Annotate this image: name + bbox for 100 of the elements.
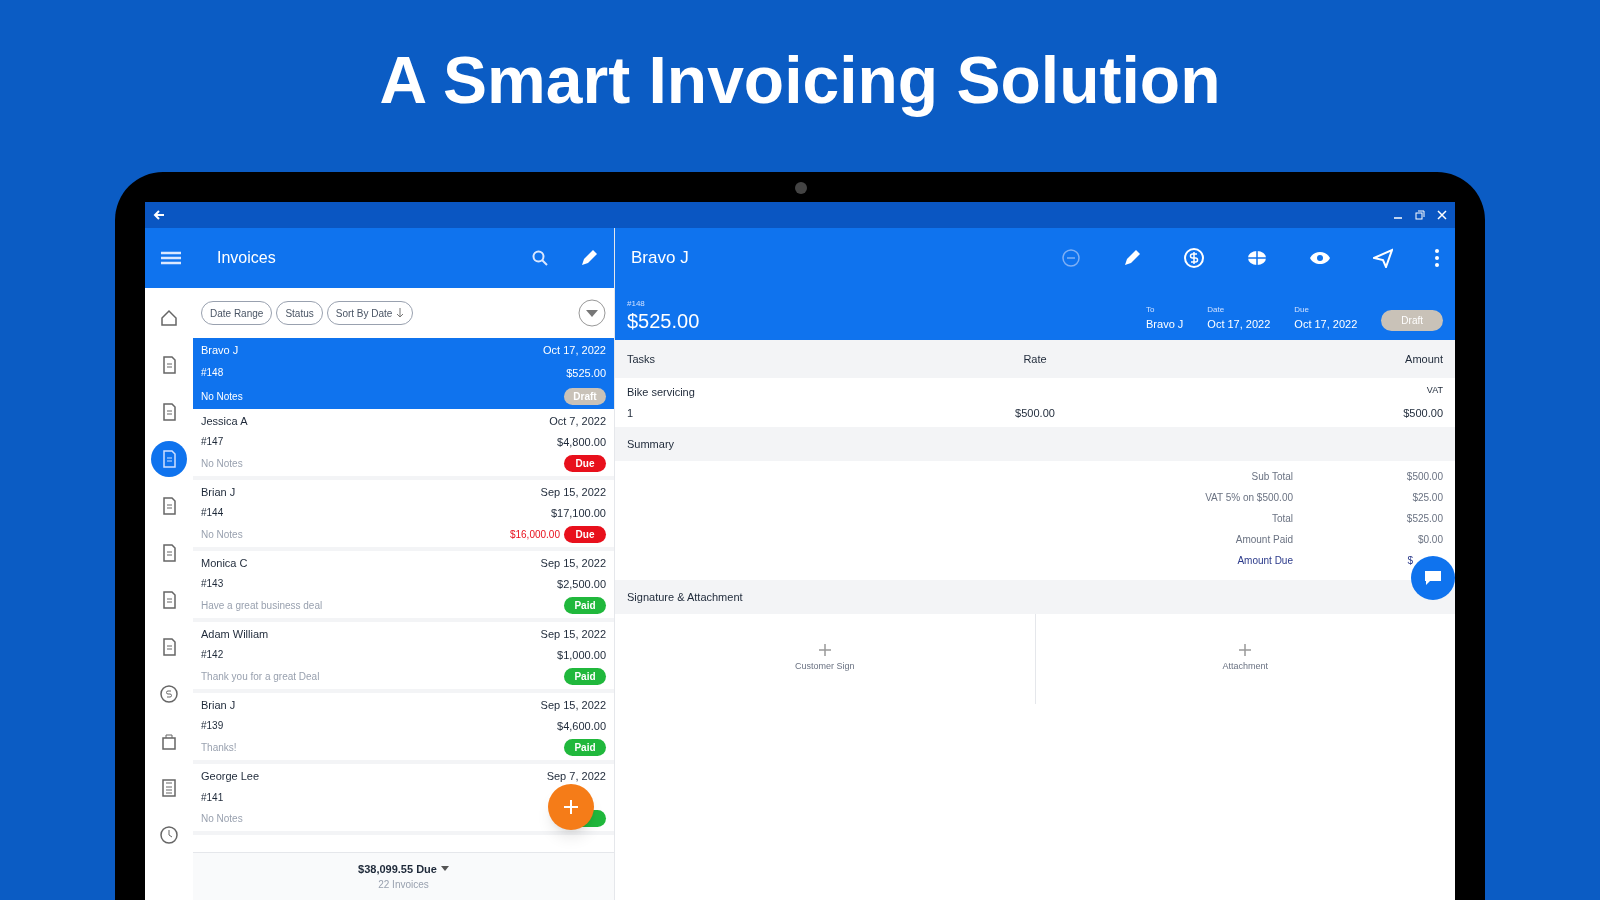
invoice-notes: Have a great business deal — [201, 599, 323, 613]
eye-icon[interactable] — [1309, 250, 1331, 266]
summary-value: $500.00 — [1406, 470, 1443, 484]
field-label: Date — [1207, 303, 1226, 316]
invoice-date: Sep 15, 2022 — [540, 485, 606, 500]
due-amount: $16,000.00 — [509, 528, 560, 542]
invoice-date: Sep 7, 2022 — [546, 769, 606, 784]
field-label: Due — [1294, 303, 1310, 316]
invoice-amount: $525.00 — [566, 366, 606, 381]
invoice-date: Sep 15, 2022 — [540, 556, 606, 571]
section-title: Signature & Attachment — [627, 589, 743, 605]
invoice-notes: No Notes — [201, 390, 243, 404]
summary-value: $0.00 — [1417, 533, 1443, 547]
task-name: Bike servicing — [627, 385, 695, 400]
column-header: Tasks — [627, 351, 657, 367]
invoice-total: $525.00 — [627, 310, 701, 332]
invoice-number: #144 — [201, 506, 224, 520]
bag-icon — [159, 731, 179, 751]
caret-icon — [440, 866, 449, 872]
more-icon[interactable] — [1435, 249, 1439, 267]
summary-value: $25.00 — [1412, 491, 1443, 505]
add-attachment-button[interactable]: Attachment — [1035, 614, 1455, 704]
status-badge: Paid — [564, 668, 606, 685]
status-badge: Paid — [564, 597, 606, 614]
invoice-number: #139 — [201, 719, 224, 733]
restore-icon[interactable] — [1415, 210, 1425, 220]
invoice-number: #142 — [201, 648, 224, 662]
chat-icon — [1424, 570, 1442, 586]
plus-icon — [1239, 644, 1252, 657]
summary-value: $525.00 — [1406, 512, 1443, 526]
customer-name: Adam William — [201, 627, 269, 642]
invoice-number: #141 — [201, 790, 224, 805]
customer-name: Brian J — [201, 698, 236, 713]
arrow-down-icon — [396, 308, 405, 318]
column-header: Rate — [1022, 351, 1048, 367]
invoice-number: #148 — [201, 366, 224, 380]
chat-button[interactable] — [1411, 556, 1455, 600]
invoice-amount: $2,500.00 — [557, 577, 606, 592]
section-title: Summary — [627, 436, 675, 452]
invoice-notes: Thanks! — [201, 741, 237, 755]
summary-label: Sub Total — [1250, 470, 1293, 484]
clock-icon — [159, 825, 179, 845]
summary-value: $ — [1407, 554, 1413, 568]
calculator-icon — [159, 778, 179, 798]
search-icon[interactable] — [532, 250, 548, 266]
back-icon[interactable] — [153, 209, 165, 221]
table-cell-text: 1 — [627, 405, 635, 421]
invoice-number: #148 — [627, 298, 646, 310]
plus-icon — [563, 799, 579, 815]
status-badge: Due — [564, 455, 606, 472]
table-cell-text: $500.00 — [1014, 405, 1056, 421]
field-label: To — [1146, 303, 1156, 316]
app-title: Invoices — [217, 248, 277, 268]
summary-label: Amount Paid — [1234, 533, 1293, 547]
dollar-icon — [159, 684, 179, 704]
send-icon[interactable] — [1373, 248, 1393, 268]
invoice-amount: $17,100.00 — [550, 506, 606, 521]
invoice-date: Oct 7, 2022 — [549, 414, 606, 429]
status-badge: Due — [564, 526, 606, 543]
due-total: $38,099.55 Due — [358, 861, 437, 877]
close-icon[interactable] — [1437, 210, 1447, 220]
dollar-icon[interactable] — [1183, 247, 1205, 269]
rail-item[interactable] — [151, 441, 187, 477]
status-badge: Draft — [564, 388, 606, 405]
invoice-notes: No Notes — [201, 528, 243, 542]
globe-icon[interactable] — [1247, 248, 1267, 268]
customer-name: George Lee — [201, 769, 260, 784]
detail-title: Bravo J — [631, 247, 690, 270]
pencil-icon[interactable] — [1123, 249, 1141, 267]
menu-icon[interactable] — [161, 251, 181, 265]
invoice-date: Sep 15, 2022 — [540, 627, 606, 642]
invoice-number: #143 — [201, 577, 224, 591]
status-badge: Draft — [1381, 310, 1443, 331]
plus-icon — [818, 644, 831, 657]
summary-label: Total — [1270, 512, 1293, 526]
headline: A Smart Invoicing Solution — [379, 42, 1221, 119]
column-header: Amount — [1404, 351, 1443, 367]
invoice-date: Sep 15, 2022 — [540, 698, 606, 713]
invoice-number: #147 — [201, 435, 224, 449]
invoice-notes: Thank you for a great Deal — [201, 670, 320, 684]
home-icon — [159, 308, 179, 328]
invoice-amount: $1,000.00 — [557, 648, 606, 663]
summary-label: Amount Due — [1236, 554, 1293, 568]
invoice-date: Oct 17, 2022 — [543, 343, 606, 358]
invoice-row[interactable]: Bravo J Oct 17, 2022 #148 $525.00 No Notes Draft — [193, 338, 614, 409]
due-date: Oct 17, 2022 — [1294, 316, 1358, 332]
tax-label: VAT — [1426, 384, 1443, 397]
table-cell-text: $500.00 — [1402, 405, 1443, 421]
customer-name: Brian J — [201, 485, 236, 500]
customer-name: Jessica A — [201, 414, 248, 429]
pencil-icon[interactable] — [580, 249, 598, 267]
list-footer[interactable]: $38,099.55 Due 22 Invoices — [193, 852, 614, 900]
add-attachment-button[interactable]: Customer Sign — [615, 614, 1036, 704]
status-badge: Paid — [564, 739, 606, 756]
invoice-amount: $4,800.00 — [557, 435, 606, 450]
filter-icon[interactable] — [578, 299, 606, 327]
invoice-count: 22 Invoices — [378, 878, 429, 893]
invoice-notes: No Notes — [201, 812, 243, 826]
customer-name: Monica C — [201, 556, 248, 571]
invoice-notes: No Notes — [201, 457, 243, 471]
